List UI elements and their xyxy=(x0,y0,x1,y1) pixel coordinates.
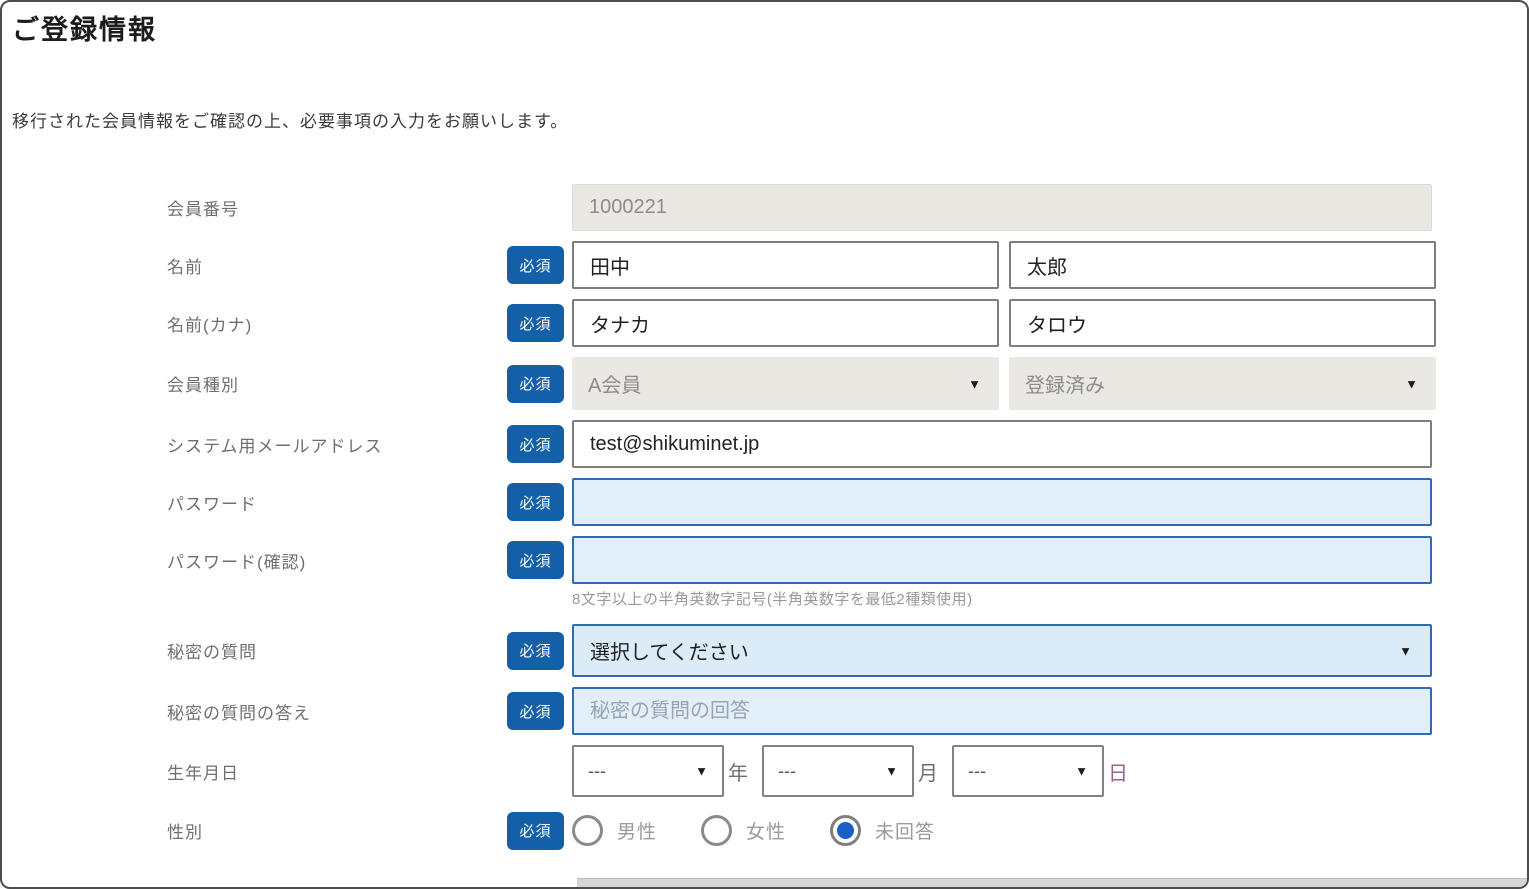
birth-month-select[interactable]: --- ▼ xyxy=(762,745,914,797)
gender-male-label: 男性 xyxy=(617,817,657,844)
chevron-down-icon: ▼ xyxy=(1405,376,1418,391)
chevron-down-icon: ▼ xyxy=(885,764,898,779)
birth-month-value: --- xyxy=(778,761,796,782)
row-birthdate: 生年月日 --- ▼ 年 --- ▼ 月 --- ▼ 日 xyxy=(2,745,1432,797)
page-title: ご登録情報 xyxy=(12,8,157,47)
member-type-value: A会員 xyxy=(588,369,641,398)
member-number-label: 会員番号 xyxy=(2,195,507,220)
system-email-input[interactable] xyxy=(572,420,1432,468)
required-badge: 必須 xyxy=(507,812,564,850)
row-password-hint: 8文字以上の半角英数字記号(半角英数字を最低2種類使用) xyxy=(2,586,1432,610)
secret-question-select[interactable]: 選択してください ▼ xyxy=(572,624,1432,677)
required-badge: 必須 xyxy=(507,304,564,342)
gender-label: 性別 xyxy=(2,818,507,843)
radio-icon xyxy=(572,815,603,846)
day-suffix: 日 xyxy=(1108,757,1128,786)
required-badge: 必須 xyxy=(507,483,564,521)
required-badge: 必須 xyxy=(507,365,564,403)
secret-answer-label: 秘密の質問の答え xyxy=(2,699,507,724)
member-number-field xyxy=(572,184,1432,231)
member-status-select: 登録済み ▼ xyxy=(1009,357,1436,410)
registration-form: 会員番号 名前 必須 名前(カナ) 必須 xyxy=(2,184,1527,864)
next-field-cutoff xyxy=(577,878,1527,887)
row-member-number: 会員番号 xyxy=(2,184,1432,231)
member-status-value: 登録済み xyxy=(1025,369,1105,398)
last-name-kana-input[interactable] xyxy=(572,299,999,347)
page-subtitle: 移行された会員情報をご確認の上、必要事項の入力をお願いします。 xyxy=(12,107,568,132)
password-confirm-input[interactable] xyxy=(572,536,1432,584)
birth-year-select[interactable]: --- ▼ xyxy=(572,745,724,797)
row-name-kana: 名前(カナ) 必須 xyxy=(2,299,1432,347)
system-email-label: システム用メールアドレス xyxy=(2,432,507,457)
member-type-label: 会員種別 xyxy=(2,371,507,396)
password-input[interactable] xyxy=(572,478,1432,526)
chevron-down-icon: ▼ xyxy=(1075,764,1088,779)
gender-radio-female[interactable]: 女性 xyxy=(701,815,786,846)
year-suffix: 年 xyxy=(728,757,748,786)
chevron-down-icon: ▼ xyxy=(1399,643,1412,658)
secret-answer-input[interactable] xyxy=(572,687,1432,735)
required-badge: 必須 xyxy=(507,632,564,670)
gender-radio-male[interactable]: 男性 xyxy=(572,815,657,846)
radio-icon xyxy=(830,815,861,846)
last-name-input[interactable] xyxy=(572,241,999,289)
row-gender: 性別 必須 男性 女性 未回答 xyxy=(2,807,1432,854)
password-hint: 8文字以上の半角英数字記号(半角英数字を最低2種類使用) xyxy=(572,588,973,609)
required-badge: 必須 xyxy=(507,425,564,463)
name-kana-label: 名前(カナ) xyxy=(2,311,507,336)
row-password-confirm: パスワード(確認) 必須 xyxy=(2,536,1432,584)
radio-icon xyxy=(701,815,732,846)
chevron-down-icon: ▼ xyxy=(695,764,708,779)
birth-day-value: --- xyxy=(968,761,986,782)
first-name-input[interactable] xyxy=(1009,241,1436,289)
gender-radio-group: 男性 女性 未回答 xyxy=(572,815,935,846)
gender-noanswer-label: 未回答 xyxy=(875,817,935,844)
chevron-down-icon: ▼ xyxy=(968,376,981,391)
secret-question-label: 秘密の質問 xyxy=(2,638,507,663)
required-badge: 必須 xyxy=(507,541,564,579)
member-type-select: A会員 ▼ xyxy=(572,357,999,410)
row-secret-answer: 秘密の質問の答え 必須 xyxy=(2,687,1432,735)
name-label: 名前 xyxy=(2,253,507,278)
row-secret-question: 秘密の質問 必須 選択してください ▼ xyxy=(2,624,1432,677)
row-system-email: システム用メールアドレス 必須 xyxy=(2,420,1432,468)
registration-page: ご登録情報 移行された会員情報をご確認の上、必要事項の入力をお願いします。 会員… xyxy=(0,0,1529,889)
gender-female-label: 女性 xyxy=(746,817,786,844)
secret-question-value: 選択してください xyxy=(590,636,749,665)
required-badge: 必須 xyxy=(507,246,564,284)
row-name: 名前 必須 xyxy=(2,241,1432,289)
month-suffix: 月 xyxy=(918,757,938,786)
password-label: パスワード xyxy=(2,490,507,515)
birth-year-value: --- xyxy=(588,761,606,782)
required-badge: 必須 xyxy=(507,692,564,730)
password-confirm-label: パスワード(確認) xyxy=(2,548,507,573)
birth-day-select[interactable]: --- ▼ xyxy=(952,745,1104,797)
first-name-kana-input[interactable] xyxy=(1009,299,1436,347)
row-password: パスワード 必須 xyxy=(2,478,1432,526)
row-member-type: 会員種別 必須 A会員 ▼ 登録済み ▼ xyxy=(2,357,1432,410)
gender-radio-noanswer[interactable]: 未回答 xyxy=(830,815,935,846)
birthdate-label: 生年月日 xyxy=(2,759,507,784)
